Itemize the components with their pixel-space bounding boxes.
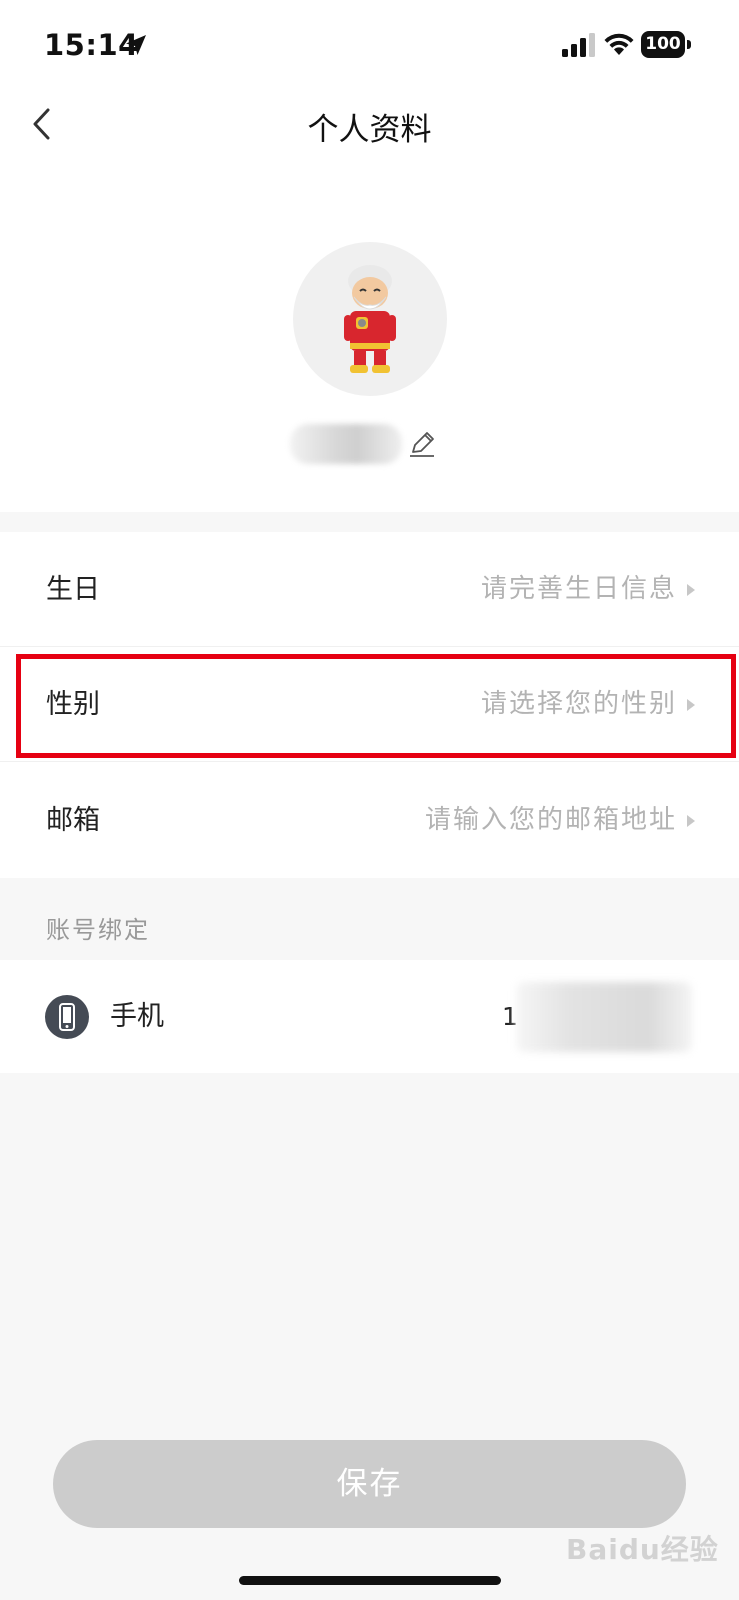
baidu-watermark: Baidu经验 (566, 1533, 719, 1566)
email-placeholder: 请输入您的邮箱地址 (424, 805, 677, 835)
edit-pencil-icon[interactable] (408, 430, 436, 458)
nickname-row[interactable] (290, 422, 436, 466)
gender-row[interactable]: 性别 请选择您的性别 (0, 647, 739, 762)
page-title: 个人资料 (307, 112, 432, 148)
caret-right-icon (687, 584, 695, 596)
cellular-signal-icon (562, 33, 595, 57)
profile-info-card: 生日 请完善生日信息 性别 请选择您的性别 邮箱 请输入您的邮箱地址 (0, 532, 739, 878)
avatar-character-icon (344, 265, 396, 373)
avatar[interactable] (293, 242, 447, 396)
caret-right-icon (687, 699, 695, 711)
profile-screen: 15:14 100 个人资料 生日 请完善生日信息 性别 请选择您的性别 邮箱 … (0, 0, 739, 1600)
caret-right-icon (687, 815, 695, 827)
email-row[interactable]: 邮箱 请输入您的邮箱地址 (0, 763, 739, 878)
wifi-icon (604, 33, 634, 55)
home-indicator[interactable] (239, 1576, 501, 1585)
battery-level: 100 (641, 31, 685, 58)
battery-tip (687, 40, 691, 49)
battery-indicator: 100 (641, 31, 691, 58)
account-binding-title: 账号绑定 (46, 916, 150, 944)
phone-label: 手机 (110, 1001, 164, 1032)
phone-binding-row[interactable]: 手机 1 (0, 960, 739, 1073)
birthday-label: 生日 (46, 574, 100, 605)
divider (0, 761, 739, 762)
status-bar: 15:14 100 (0, 0, 739, 92)
save-button[interactable]: 保存 (53, 1440, 686, 1528)
location-arrow-icon (126, 35, 146, 55)
phone-number-redacted (516, 982, 692, 1052)
profile-header (0, 160, 739, 512)
email-label: 邮箱 (46, 805, 100, 836)
birthday-placeholder: 请完善生日信息 (480, 574, 677, 604)
gender-placeholder: 请选择您的性别 (480, 689, 677, 719)
nickname-redacted (290, 424, 402, 464)
nav-bar: 个人资料 (0, 92, 739, 160)
birthday-row[interactable]: 生日 请完善生日信息 (0, 532, 739, 647)
phone-icon (45, 995, 89, 1039)
gender-label: 性别 (46, 689, 100, 720)
